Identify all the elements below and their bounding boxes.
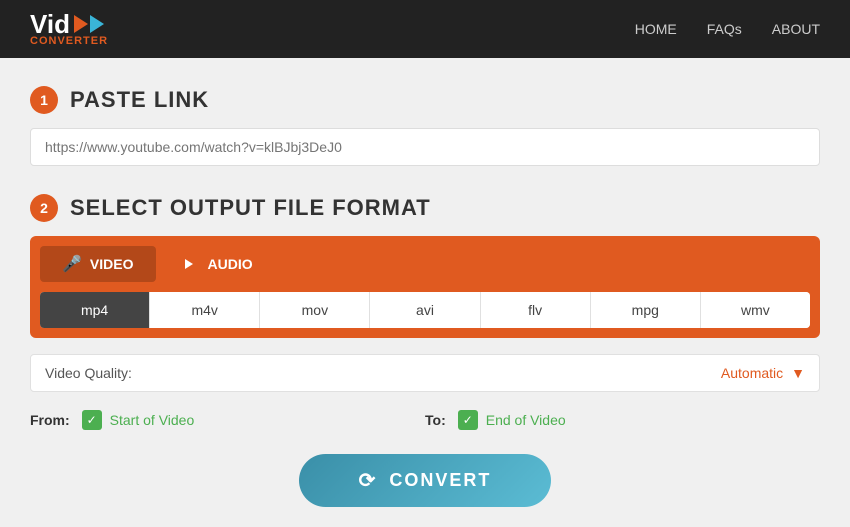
step1-title: PASTE LINK [70,87,209,113]
logo-converter-text: CONVERTER [30,35,108,47]
to-section: To: ✓ End of Video [425,410,820,430]
format-mov[interactable]: mov [260,292,370,328]
format-mp4[interactable]: mp4 [40,292,150,328]
nav-faqs[interactable]: FAQs [707,21,742,37]
arrow-blue [90,15,104,33]
url-input[interactable] [30,128,820,166]
to-label: To: [425,412,446,428]
format-wmv[interactable]: wmv [701,292,810,328]
convert-icon: ⟳ [359,468,378,493]
tabs-row: 🎤 VIDEO AUDIO [40,246,810,282]
quality-label: Video Quality: [45,365,721,381]
from-checkbox[interactable]: ✓ [82,410,102,430]
convert-button[interactable]: ⟳ CONVERT [299,454,552,507]
arrow-orange [74,15,88,33]
step1-heading: 1 PASTE LINK [30,86,820,114]
tab-video-label: VIDEO [90,256,134,272]
to-checkmark: ✓ [463,413,473,427]
step2-badge: 2 [30,194,58,222]
nav-links: HOME FAQs ABOUT [635,21,820,37]
main-content: 1 PASTE LINK 2 SELECT OUTPUT FILE FORMAT… [0,58,850,527]
to-checkbox[interactable]: ✓ [458,410,478,430]
quality-value: Automatic [721,365,783,381]
tab-audio-label: AUDIO [208,256,253,272]
from-checkmark: ✓ [87,413,97,427]
step1-badge: 1 [30,86,58,114]
nav-home[interactable]: HOME [635,21,677,37]
from-label: From: [30,412,70,428]
logo-arrows [74,15,104,33]
format-avi[interactable]: avi [370,292,480,328]
format-flv[interactable]: flv [481,292,591,328]
play-icon [185,259,193,269]
convert-label: CONVERT [389,470,491,491]
format-m4v[interactable]: m4v [150,292,260,328]
quality-row[interactable]: Video Quality: Automatic ▼ [30,354,820,392]
step2-heading: 2 SELECT OUTPUT FILE FORMAT [30,194,820,222]
logo-block: Vid CONVERTER [30,11,108,47]
tab-audio[interactable]: AUDIO [156,246,275,282]
step2-title: SELECT OUTPUT FILE FORMAT [70,195,431,221]
convert-area: ⟳ CONVERT [30,454,820,507]
from-value[interactable]: Start of Video [110,412,195,428]
format-mpg[interactable]: mpg [591,292,701,328]
to-value[interactable]: End of Video [486,412,566,428]
nav-about[interactable]: ABOUT [772,21,820,37]
from-section: From: ✓ Start of Video [30,410,425,430]
format-container: 🎤 VIDEO AUDIO mp4 m4v mov avi flv mpg wm… [30,236,820,338]
tab-video[interactable]: 🎤 VIDEO [40,246,156,282]
from-to-row: From: ✓ Start of Video To: ✓ End of Vide… [30,410,820,430]
dropdown-arrow-icon: ▼ [791,365,805,381]
mic-icon: 🎤 [62,254,82,274]
logo-vid-text: Vid [30,11,70,37]
header: Vid CONVERTER HOME FAQs ABOUT [0,0,850,58]
formats-row: mp4 m4v mov avi flv mpg wmv [40,292,810,328]
logo-area: Vid CONVERTER [30,11,108,47]
logo-top: Vid [30,11,108,37]
play-icon-wrap [178,256,200,272]
